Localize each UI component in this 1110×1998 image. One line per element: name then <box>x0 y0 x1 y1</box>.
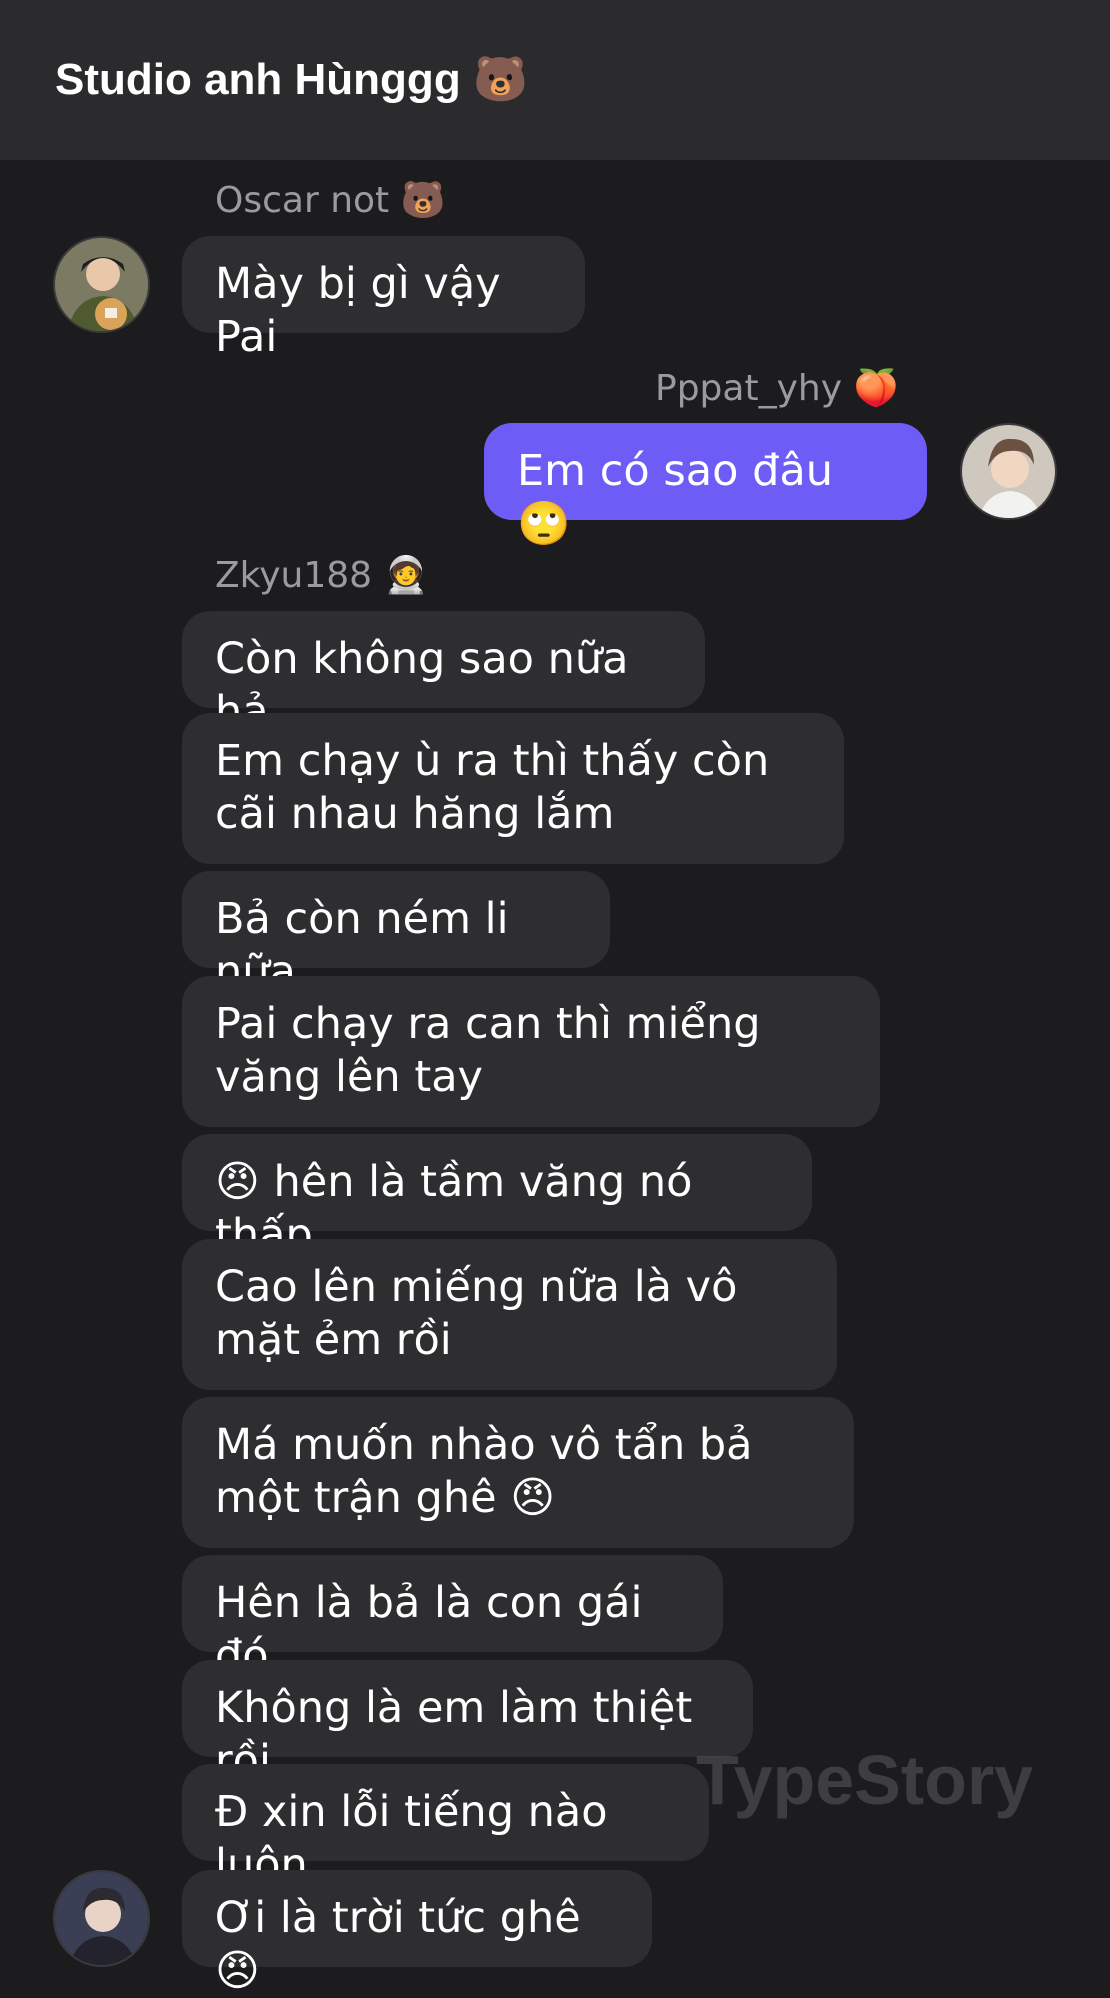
chat-title-text: Studio anh Hùnggg <box>55 55 461 104</box>
message-text: Má muốn nhào vô tẩn bả một trận ghê <box>215 1420 753 1523</box>
typestory-watermark: TypeStory <box>696 1741 1034 1819</box>
message-bubble-incoming[interactable]: Còn không sao nữa hả <box>182 611 705 737</box>
message-bubble-incoming[interactable]: 😠 hên là tầm văng nó thấp <box>182 1134 812 1260</box>
person-avatar-icon <box>962 425 1055 518</box>
chat-header: Studio anh Hùnggg 🐻 <box>0 0 1110 160</box>
message-text: Ơi là trời tức ghê <box>215 1893 581 1943</box>
message-bubble-incoming[interactable]: Ơi là trời tức ghê 😠 <box>182 1870 652 1996</box>
person-avatar-icon <box>55 238 148 331</box>
angry-emoji-icon: 😠 <box>510 1473 556 1523</box>
sender-name-text: Oscar not <box>215 180 390 221</box>
sender-name-pppat: Pppat_yhy 🍑 <box>655 367 898 411</box>
message-bubble-incoming[interactable]: Hên là bả là con gái đó <box>182 1555 723 1681</box>
angry-emoji-icon: 😠 <box>215 1946 260 1996</box>
bear-emoji-icon: 🐻 <box>400 180 446 221</box>
message-bubble-incoming[interactable]: Cao lên miếng nữa là vô mặt ẻm rồi <box>182 1239 837 1390</box>
avatar-pppat[interactable] <box>960 423 1057 520</box>
message-bubble-incoming[interactable]: Mày bị gì vậy Pai <box>182 236 585 362</box>
message-text: Mày bị gì vậy Pai <box>215 259 501 362</box>
peach-emoji-icon: 🍑 <box>853 368 899 409</box>
message-bubble-incoming[interactable]: Không là em làm thiệt rồi <box>182 1660 753 1786</box>
sender-name-zkyu: Zkyu188 🧑‍🚀 <box>215 554 428 598</box>
bear-emoji-icon: 🐻 <box>472 54 528 105</box>
avatar-zkyu[interactable] <box>53 1870 150 1967</box>
angry-emoji-icon: 😠 <box>215 1157 260 1207</box>
eye-roll-emoji-icon: 🙄 <box>517 499 571 549</box>
sender-name-text: Zkyu188 <box>215 555 373 596</box>
message-bubble-incoming[interactable]: Em chạy ù ra thì thấy còn cãi nhau hăng … <box>182 713 844 864</box>
message-text: Cao lên miếng nữa là vô mặt ẻm rồi <box>215 1262 738 1365</box>
message-text: Em chạy ù ra thì thấy còn cãi nhau hăng … <box>215 736 770 839</box>
chat-title[interactable]: Studio anh Hùnggg 🐻 <box>55 52 528 108</box>
message-text: Em có sao đâu <box>517 446 833 496</box>
sender-name-oscar: Oscar not 🐻 <box>215 179 445 223</box>
sender-name-text: Pppat_yhy <box>655 368 843 409</box>
message-bubble-incoming[interactable]: Đ xin lỗi tiếng nào luôn <box>182 1764 709 1890</box>
message-bubble-outgoing[interactable]: Em có sao đâu 🙄 <box>484 423 927 549</box>
avatar-oscar[interactable] <box>53 236 150 333</box>
astronaut-emoji-icon: 🧑‍🚀 <box>383 555 429 596</box>
message-bubble-incoming[interactable]: Má muốn nhào vô tẩn bả một trận ghê 😠 <box>182 1397 854 1548</box>
message-text: Pai chạy ra can thì miểng văng lên tay <box>215 999 761 1102</box>
message-bubble-incoming[interactable]: Pai chạy ra can thì miểng văng lên tay <box>182 976 880 1127</box>
message-bubble-incoming[interactable]: Bả còn ném li nữa <box>182 871 610 997</box>
